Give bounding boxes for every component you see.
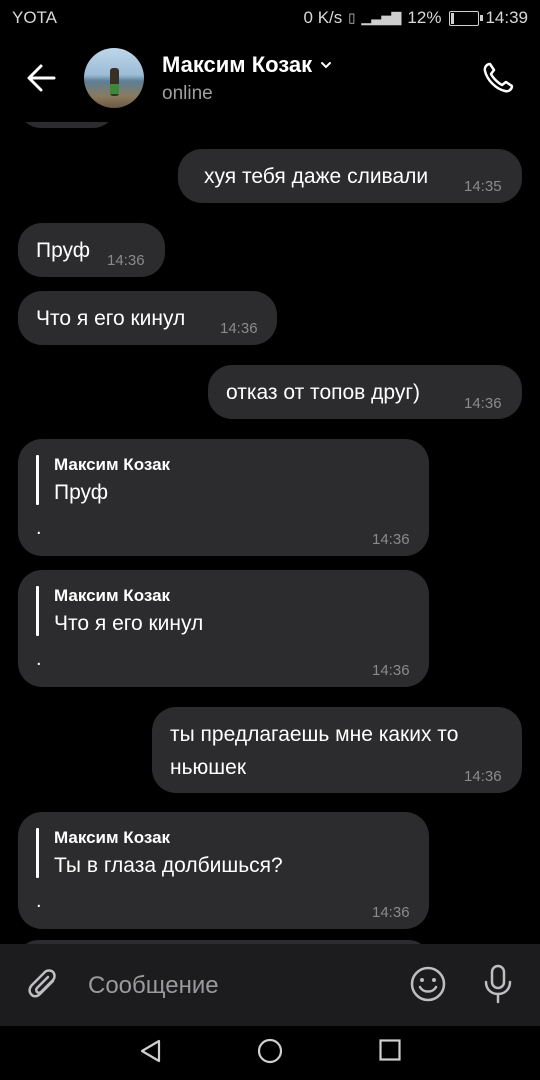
reply-author: Максим Козак [54, 455, 171, 474]
chat-header: Максим Козак online [0, 36, 540, 122]
contact-name: Максим Козак [162, 52, 313, 77]
nav-back-button[interactable] [138, 1038, 164, 1064]
message-bubble-incoming[interactable]: Что я его кинул 14:36 [18, 291, 277, 345]
reply-quote-bar [36, 455, 39, 505]
message-input[interactable] [86, 968, 390, 1004]
status-icons: 0 K/s ▯ ▁▃▅▇ 12% 14:39 [304, 8, 528, 28]
battery-level [451, 12, 455, 24]
message-composer [0, 944, 540, 1026]
back-triangle-icon [140, 1039, 161, 1063]
message-bubble-reply[interactable]: Максим Козак Пруф . 14:36 [18, 439, 429, 556]
contact-name-button[interactable]: Максим Козак [162, 52, 332, 78]
message-text: Что я его кинул [36, 307, 186, 330]
message-time: 14:36 [372, 531, 410, 548]
message-list[interactable]: хуя тебя даже сливали 14:35 Пруф 14:36 Ч… [0, 122, 540, 944]
clock: 14:39 [485, 8, 528, 27]
reply-text: Что я его кинул [54, 612, 204, 635]
message-time: 14:36 [464, 395, 502, 412]
message-text: хуя тебя даже сливали [204, 165, 429, 188]
reply-author: Максим Козак [54, 828, 171, 847]
paperclip-icon [28, 969, 56, 998]
message-text: . [36, 648, 42, 670]
chevron-down-icon [321, 62, 332, 69]
message-time: 14:36 [107, 252, 145, 269]
smiley-icon [410, 966, 446, 1002]
battery-percent: 12% [407, 8, 442, 27]
home-circle-icon [257, 1038, 283, 1064]
reply-text: Пруф [54, 481, 109, 504]
message-bubble-incoming[interactable]: Пруф 14:36 [18, 223, 165, 277]
message-bubble-outgoing[interactable]: ты предлагаешь мне каких то ньюшек 14:36 [152, 707, 522, 793]
message-time: 14:35 [464, 178, 502, 195]
message-text-line1: ты предлагаешь мне каких то [170, 723, 459, 746]
message-time: 14:36 [220, 320, 258, 337]
recents-square-icon [379, 1039, 401, 1061]
message-bubble-reply[interactable]: Максим Козак Ты в глаза долбишься? . 14:… [18, 812, 429, 929]
back-button[interactable] [22, 58, 62, 98]
message-bubble-outgoing[interactable]: хуя тебя даже сливали 14:35 [178, 149, 522, 203]
message-text-line2: ньюшек [170, 756, 247, 779]
vibrate-icon: ▯ [348, 10, 356, 25]
battery-icon [449, 10, 484, 26]
message-time: 14:36 [372, 662, 410, 679]
reply-quote-bar [36, 586, 39, 636]
message-bubble-reply[interactable]: Максим Козак Что я его кинул . 14:36 [18, 570, 429, 687]
phone-icon [483, 62, 514, 93]
avatar[interactable] [84, 48, 144, 108]
voice-message-button[interactable] [478, 962, 518, 1006]
message-text: . [36, 890, 42, 912]
status-bar: YOTA 0 K/s ▯ ▁▃▅▇ 12% 14:39 [0, 0, 540, 36]
microphone-icon [484, 964, 512, 1004]
carrier-label: YOTA [12, 8, 58, 27]
contact-status: online [162, 83, 213, 104]
message-text: . [36, 517, 42, 539]
message-text: Пруф [36, 239, 91, 262]
message-text: отказ от топов друг) [226, 381, 421, 404]
message-time: 14:36 [372, 904, 410, 921]
call-button[interactable] [478, 58, 518, 98]
system-nav-bar [0, 1026, 540, 1080]
reply-quote-bar [36, 828, 39, 878]
message-time: 14:36 [464, 768, 502, 785]
signal-icon: ▁▃▅▇ [361, 10, 402, 25]
reply-text: Ты в глаза долбишься? [54, 854, 283, 877]
reply-author: Максим Козак [54, 586, 171, 605]
network-speed: 0 K/s [303, 8, 343, 27]
emoji-button[interactable] [408, 964, 448, 1004]
message-bubble-partial[interactable] [18, 122, 116, 128]
nav-home-button[interactable] [257, 1038, 283, 1064]
message-bubble-outgoing[interactable]: отказ от топов друг) 14:36 [208, 365, 522, 419]
nav-recents-button[interactable] [379, 1039, 401, 1061]
arrow-left-icon [27, 64, 56, 92]
attach-button[interactable] [22, 964, 62, 1004]
